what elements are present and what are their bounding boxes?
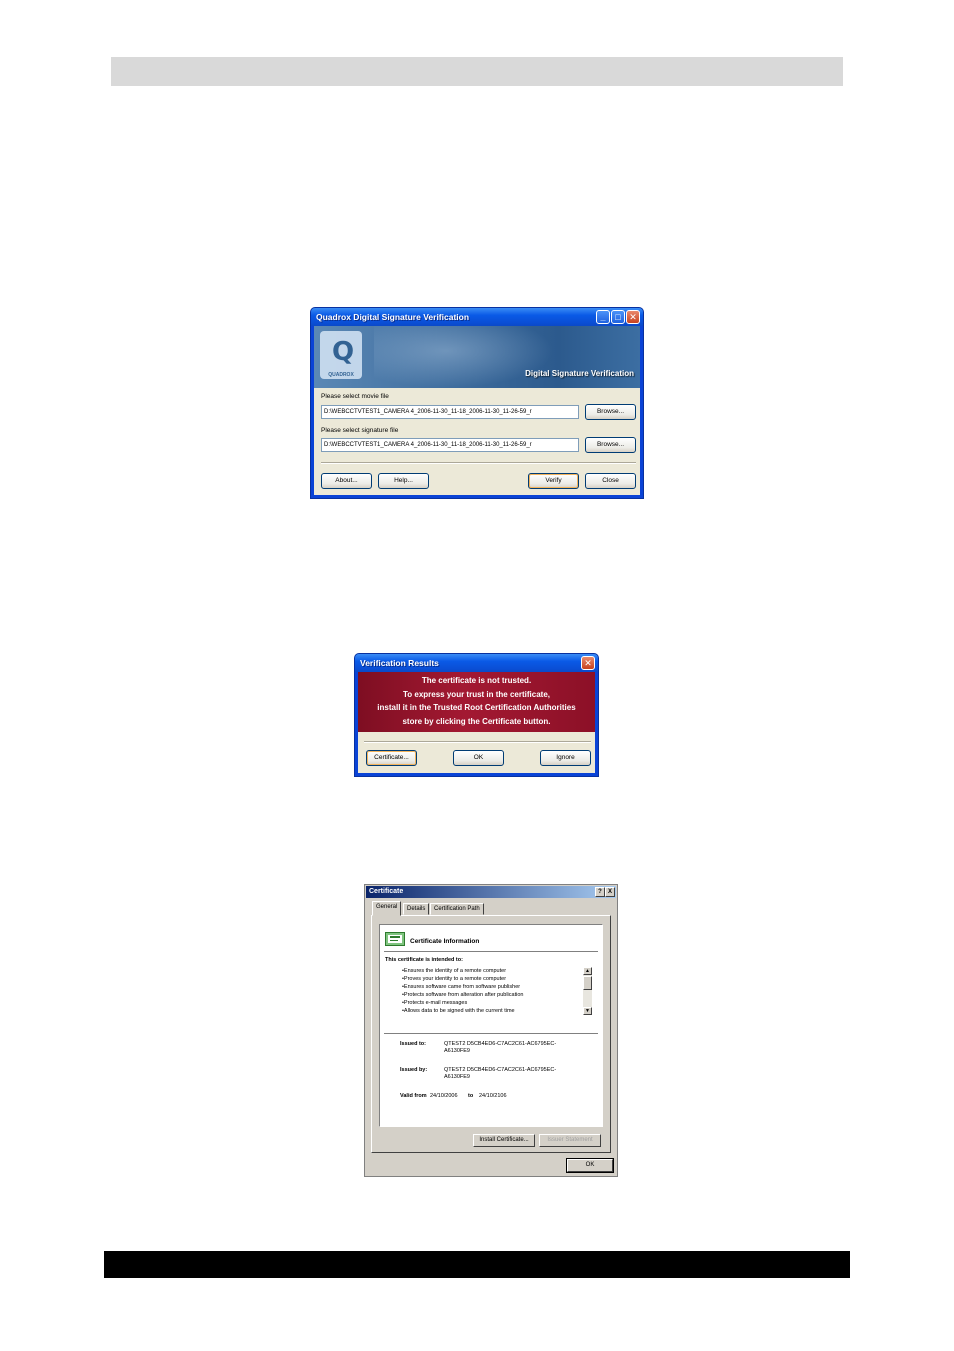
movie-file-input[interactable]: D:\WEBCCTVTEST1_CAMERA 4_2006-11-30_11-1… xyxy=(321,405,579,419)
browse-movie-button[interactable]: Browse... xyxy=(585,404,636,420)
purpose-item: •Ensures the identity of a remote comput… xyxy=(402,968,507,974)
scroll-down-arrow-icon[interactable]: ▼ xyxy=(583,1007,592,1015)
close-results-button[interactable]: ✕ xyxy=(581,656,595,670)
results-title: Verification Results xyxy=(355,654,598,672)
close-title-button[interactable]: X xyxy=(605,887,615,897)
browse-signature-button[interactable]: Browse... xyxy=(585,437,636,453)
purpose-item: •Allows data to be signed with the curre… xyxy=(402,1008,515,1014)
verify-button[interactable]: Verify xyxy=(528,473,579,489)
quadrox-logo: Q QUADROX xyxy=(320,331,362,379)
separator xyxy=(364,741,591,743)
warning-line-3: install it in the Trusted Root Certifica… xyxy=(377,703,576,712)
maximize-button[interactable]: □ xyxy=(611,310,625,324)
purpose-item: •Ensures software came from software pub… xyxy=(402,984,521,990)
purpose-item: •Protects software from alteration after… xyxy=(402,992,524,998)
valid-to-word: to xyxy=(468,1093,474,1099)
issued-by-label: Issued by: xyxy=(400,1067,428,1073)
certificate-window: Certificate ? X General Details Certific… xyxy=(364,884,618,1177)
divider xyxy=(384,1033,598,1034)
results-client-area: The certificate is not trusted. To expre… xyxy=(358,672,595,773)
purposes-scrollbar[interactable]: ▲ ▼ xyxy=(583,967,592,1015)
signature-file-label: Please select signature file xyxy=(321,427,399,434)
issued-to-value: QTEST2 D5CB4ED6-C7AC2C61-AC6795EC- xyxy=(444,1041,557,1047)
certificate-icon xyxy=(385,932,405,946)
certificate-info-box: Certificate Information This certificate… xyxy=(379,924,603,1127)
warning-line-4: store by clicking the Certificate button… xyxy=(402,716,551,726)
valid-from-label: Valid from xyxy=(400,1093,427,1099)
info-title: Certificate Information xyxy=(410,938,480,945)
close-button[interactable]: Close xyxy=(585,473,636,489)
trust-warning-panel: The certificate is not trusted. To expre… xyxy=(358,672,595,732)
help-button[interactable]: Help... xyxy=(378,473,429,489)
certificate-ok-button[interactable]: OK xyxy=(566,1158,614,1173)
issued-by-value: QTEST2 D5CB4ED6-C7AC2C61-AC6795EC- xyxy=(444,1067,557,1073)
tab-details[interactable]: Details xyxy=(403,903,430,915)
certificate-button[interactable]: Certificate... xyxy=(366,750,417,766)
close-window-button[interactable]: ✕ xyxy=(626,310,640,324)
help-title-button[interactable]: ? xyxy=(595,887,605,897)
page-header-bar xyxy=(111,57,843,86)
movie-file-label: Please select movie file xyxy=(321,393,389,400)
scroll-thumb[interactable] xyxy=(583,976,592,990)
valid-from-date: 24/10/2006 xyxy=(430,1093,458,1099)
warning-line-1: The certificate is not trusted. xyxy=(421,676,532,685)
intended-heading: This certificate is intended to: xyxy=(385,957,463,963)
purpose-item: •Protects e-mail messages xyxy=(402,1000,468,1006)
window-title: Quadrox Digital Signature Verification xyxy=(311,308,643,326)
tab-general[interactable]: General xyxy=(372,901,402,916)
banner: Q QUADROX Digital Signature Verification xyxy=(314,326,640,388)
signature-verification-window: Quadrox Digital Signature Verification _… xyxy=(310,307,644,499)
window-client-area: Q QUADROX Digital Signature Verification… xyxy=(314,326,640,495)
divider xyxy=(384,951,598,952)
tab-certification-path[interactable]: Certification Path xyxy=(430,903,484,915)
warning-line-2: To express your trust in the certificate… xyxy=(402,689,550,699)
issued-to-value: A6130FE9 xyxy=(444,1048,470,1054)
about-button[interactable]: About... xyxy=(321,473,372,489)
valid-to-date: 24/10/2106 xyxy=(479,1093,507,1099)
banner-title: Digital Signature Verification xyxy=(525,369,634,378)
verification-results-window: Verification Results ✕ The certificate i… xyxy=(354,653,599,777)
logo-letter: Q xyxy=(332,337,355,367)
page-footer-bar xyxy=(104,1251,850,1278)
signature-file-input[interactable]: D:\WEBCCTVTEST1_CAMERA 4_2006-11-30_11-1… xyxy=(321,438,579,452)
logo-text: QUADROX xyxy=(328,372,354,378)
scroll-up-arrow-icon[interactable]: ▲ xyxy=(583,967,592,975)
general-tab-panel: Certificate Information This certificate… xyxy=(371,915,611,1153)
issuer-statement-button: Issuer Statement xyxy=(539,1134,601,1147)
minimize-button[interactable]: _ xyxy=(596,310,610,324)
issued-to-label: Issued to: xyxy=(400,1041,426,1047)
europe-map-graphic xyxy=(374,326,554,388)
install-certificate-button[interactable]: Install Certificate... xyxy=(473,1134,535,1147)
certificate-title: Certificate xyxy=(366,886,616,898)
purpose-item: •Proves your identity to a remote comput… xyxy=(402,976,507,982)
issued-by-value: A6130FE9 xyxy=(444,1074,470,1080)
separator xyxy=(321,462,636,464)
ok-button[interactable]: OK xyxy=(453,750,504,766)
ignore-button[interactable]: Ignore xyxy=(540,750,591,766)
